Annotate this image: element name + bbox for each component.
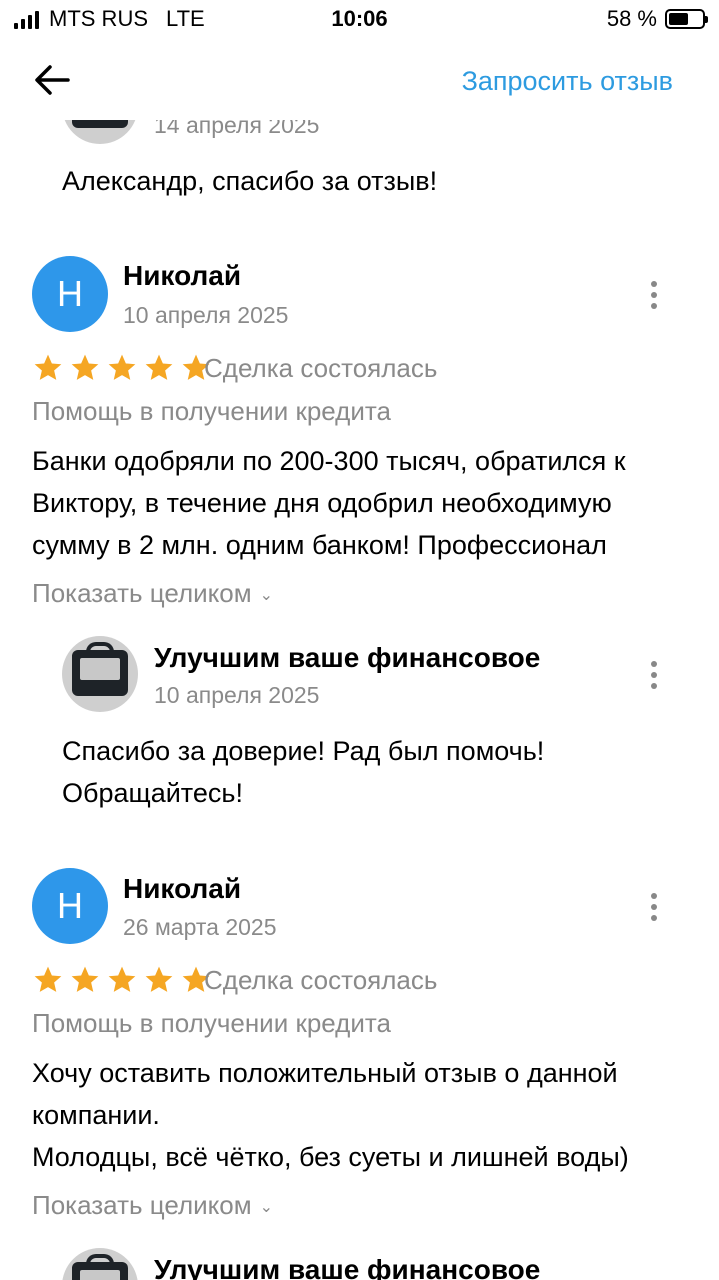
more-options-icon[interactable] bbox=[642, 275, 666, 315]
review-date: 10 апреля 2025 bbox=[123, 302, 289, 328]
star-icon bbox=[108, 354, 136, 380]
top-bar: Запросить отзыв bbox=[0, 40, 719, 120]
show-more-link[interactable]: Показать целиком ⌄ bbox=[32, 1190, 273, 1221]
star-icon bbox=[71, 966, 99, 992]
reply-date: 10 апреля 2025 bbox=[154, 682, 320, 708]
request-review-button[interactable]: Запросить отзыв bbox=[462, 66, 673, 97]
service-name: Помощь в получении кредита bbox=[32, 1008, 391, 1038]
rating-stars bbox=[32, 964, 212, 996]
review-text-line: компании. bbox=[32, 1100, 160, 1130]
chevron-down-icon: ⌄ bbox=[259, 1199, 274, 1217]
company-name: Улучшим ваше финансовое bbox=[154, 642, 541, 673]
arrow-left-icon[interactable] bbox=[30, 58, 74, 102]
company-avatar bbox=[62, 636, 138, 712]
star-icon bbox=[34, 354, 62, 380]
more-options-icon[interactable] bbox=[642, 655, 666, 695]
star-icon bbox=[145, 354, 173, 380]
star-icon bbox=[145, 966, 173, 992]
reviewer-avatar: Н bbox=[32, 256, 108, 332]
reviewer-name: Николай bbox=[123, 873, 242, 904]
star-icon bbox=[108, 966, 136, 992]
battery-percent: 58 % bbox=[606, 6, 657, 31]
reply-text-line: Обращайтесь! bbox=[62, 778, 243, 808]
review-text-line: Банки одобряли по 200-300 тысяч, обратил… bbox=[32, 446, 626, 476]
review-date: 26 марта 2025 bbox=[123, 914, 277, 940]
more-options-icon[interactable] bbox=[642, 887, 666, 927]
reviewer-avatar: Н bbox=[32, 868, 108, 944]
rating-stars bbox=[32, 352, 212, 384]
reply-text: Александр, спасибо за отзыв! bbox=[62, 166, 438, 196]
deal-status: Сделка состоялась bbox=[204, 965, 438, 995]
review-text-line: Молодцы, всё чётко, без суеты и лишней в… bbox=[32, 1142, 629, 1172]
company-name: Улучшим ваше финансовое bbox=[154, 1254, 541, 1280]
company-avatar bbox=[62, 1248, 138, 1280]
status-bar: MTS RUS LTE 10:06 58 % bbox=[0, 0, 719, 40]
review-text-line: Виктору, в течение дня одобрил необходим… bbox=[32, 488, 612, 518]
reviews-feed[interactable]: 14 апреля 2025 Александр, спасибо за отз… bbox=[0, 0, 719, 1280]
battery-icon bbox=[665, 9, 708, 29]
chevron-down-icon: ⌄ bbox=[259, 587, 274, 605]
show-more-link[interactable]: Показать целиком ⌄ bbox=[32, 578, 273, 609]
reply-text-line: Спасибо за доверие! Рад был помочь! bbox=[62, 736, 545, 766]
deal-status: Сделка состоялась bbox=[204, 353, 438, 383]
review-text-line: Хочу оставить положительный отзыв о данн… bbox=[32, 1058, 618, 1088]
reviewer-name: Николай bbox=[123, 260, 242, 291]
service-name: Помощь в получении кредита bbox=[32, 396, 391, 426]
review-text-line: сумму в 2 млн. одним банком! Профессиона… bbox=[32, 530, 607, 560]
star-icon bbox=[71, 354, 99, 380]
star-icon bbox=[34, 966, 62, 992]
